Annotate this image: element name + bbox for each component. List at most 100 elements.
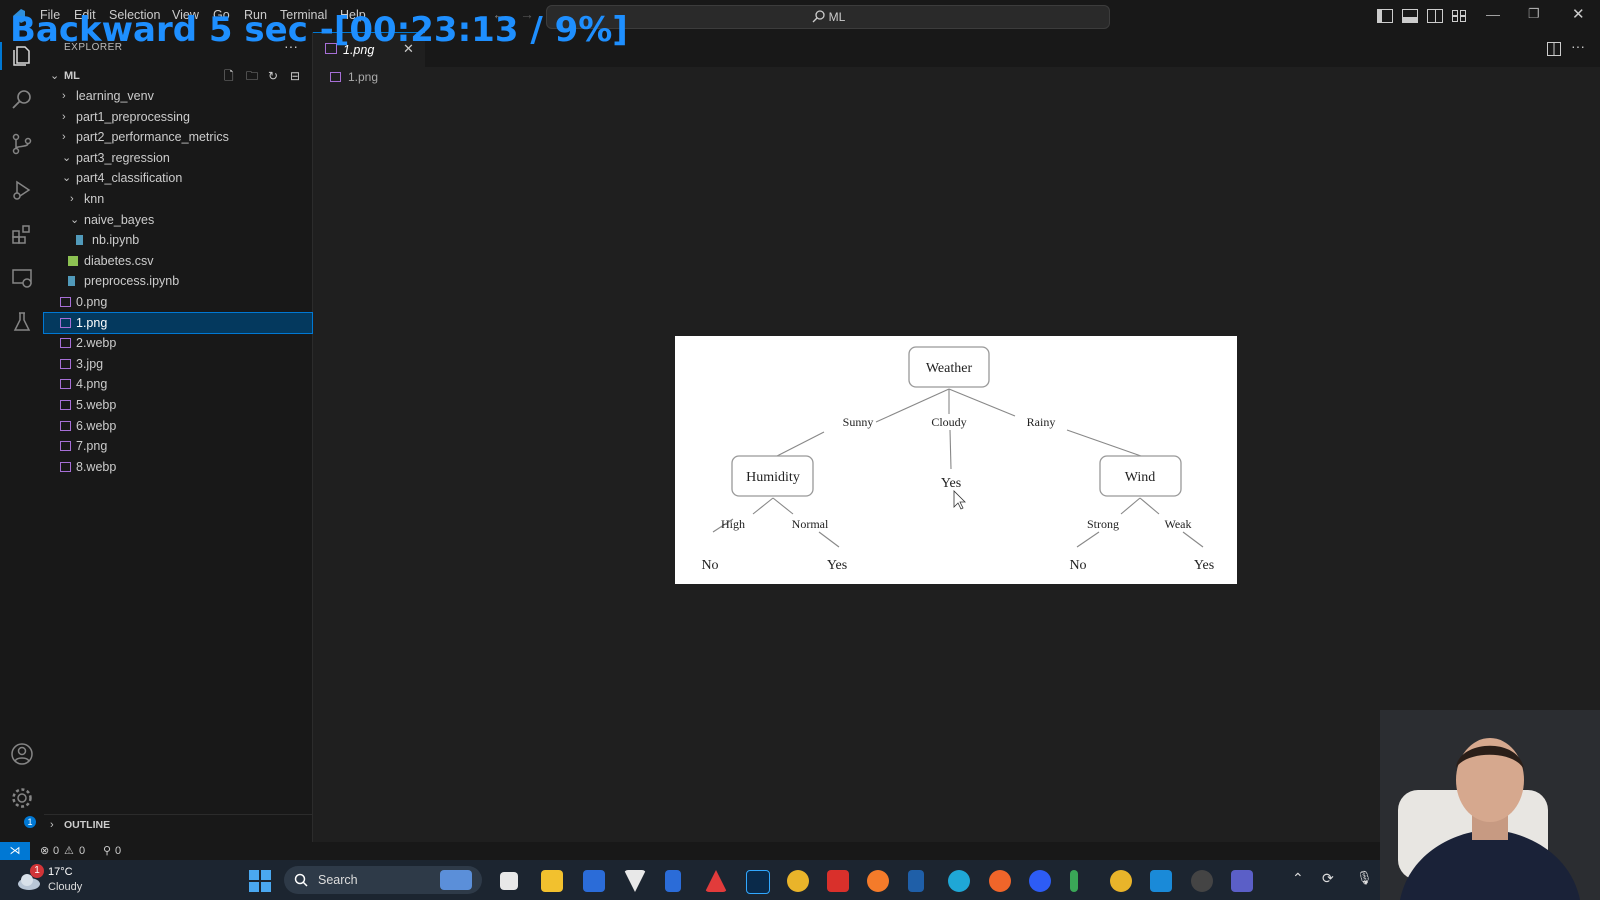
- tree-item-nb-ipynb[interactable]: nb.ipynb: [44, 230, 312, 250]
- tree-item-naive-bayes[interactable]: ⌄ naive_bayes: [44, 210, 312, 230]
- notes-app-icon[interactable]: [908, 870, 924, 892]
- outline-section[interactable]: › OUTLINE: [44, 814, 312, 835]
- source-control-icon[interactable]: [10, 132, 34, 156]
- restore-icon[interactable]: ❐: [1528, 6, 1540, 22]
- tree-item-label: 4.png: [76, 377, 108, 392]
- tree-item-7-png[interactable]: 7.png: [44, 436, 312, 456]
- editor-more-icon[interactable]: ···: [1571, 38, 1585, 54]
- search-icon[interactable]: [10, 88, 34, 112]
- tree-item-part1-preprocessing[interactable]: › part1_preprocessing: [44, 107, 312, 127]
- file-explorer-icon[interactable]: [541, 870, 563, 892]
- image-preview: Weather Sunny Cloudy Rainy Humidity Yes …: [675, 336, 1237, 584]
- branch-weak: Weak: [1164, 517, 1191, 531]
- tree-item-4-png[interactable]: 4.png: [44, 374, 312, 394]
- microphone-icon[interactable]: 🎙︎: [1356, 870, 1373, 886]
- image-file-icon: [60, 338, 71, 349]
- workspace-folder-row[interactable]: ⌄ ML 🗋 🗀 ↻ ⊟: [44, 66, 312, 86]
- chevron-right-icon[interactable]: ›: [62, 86, 66, 106]
- new-file-icon[interactable]: 🗋: [224, 66, 234, 86]
- taskbar-search-placeholder: Search: [318, 873, 358, 887]
- chrome-profile-icon[interactable]: [1110, 870, 1132, 892]
- tree-item-1-png[interactable]: 1.png: [43, 311, 313, 334]
- chevron-down-icon[interactable]: ⌄: [62, 168, 71, 188]
- tree-item-preprocess-ipynb[interactable]: preprocess.ipynb: [44, 271, 312, 291]
- firefox-icon[interactable]: [989, 870, 1011, 892]
- run-debug-icon[interactable]: [10, 178, 34, 202]
- split-editor-icon[interactable]: [1547, 42, 1561, 56]
- tree-item-6-webp[interactable]: 6.webp: [44, 416, 312, 436]
- zoom-icon[interactable]: [1029, 870, 1051, 892]
- new-folder-icon[interactable]: 🗀: [246, 66, 258, 86]
- pdf-reader-icon[interactable]: [827, 870, 849, 892]
- chevron-right-icon[interactable]: ›: [70, 189, 74, 209]
- photoshop-icon[interactable]: [746, 870, 770, 894]
- vectorworks-icon[interactable]: [624, 870, 646, 892]
- testing-icon[interactable]: [10, 310, 34, 334]
- acrobat-icon[interactable]: [705, 870, 727, 892]
- tree-item-5-webp[interactable]: 5.webp: [44, 395, 312, 415]
- teams-icon[interactable]: [1231, 870, 1253, 892]
- word-icon[interactable]: [583, 870, 605, 892]
- tree-item-knn[interactable]: › knn: [44, 189, 312, 209]
- tree-item-diabetes-csv[interactable]: diabetes.csv: [44, 251, 312, 271]
- edge-rainy-wind: [1066, 429, 1142, 457]
- toggle-panel-icon[interactable]: [1402, 9, 1418, 23]
- tree-item-part2-performance-metrics[interactable]: › part2_performance_metrics: [44, 127, 312, 147]
- tree-item-3-jpg[interactable]: 3.jpg: [44, 354, 312, 374]
- chrome-icon[interactable]: [787, 870, 809, 892]
- tree-item-label: 6.webp: [76, 418, 117, 433]
- chevron-right-icon[interactable]: ›: [62, 107, 66, 127]
- ports-icon[interactable]: ⚲: [103, 844, 111, 857]
- task-view-icon[interactable]: [500, 872, 518, 890]
- toggle-secondary-sidebar-icon[interactable]: [1427, 9, 1443, 23]
- obs-icon[interactable]: [1191, 870, 1213, 892]
- branch-sunny: Sunny: [843, 415, 874, 429]
- image-file-icon: [60, 420, 71, 431]
- weather-widget[interactable]: 1: [16, 864, 44, 892]
- collapse-all-icon[interactable]: ⊟: [290, 66, 300, 86]
- mongodb-icon[interactable]: [1070, 870, 1078, 892]
- tree-item-label: part3_regression: [76, 150, 170, 165]
- chevron-down-icon[interactable]: ⌄: [70, 210, 79, 230]
- sync-icon[interactable]: ⟳: [1322, 870, 1334, 887]
- minimize-icon[interactable]: —: [1486, 6, 1500, 22]
- customize-layout-icon[interactable]: [1452, 9, 1466, 22]
- explorer-sidebar: EXPLORER ··· ⌄ ML 🗋 🗀 ↻ ⊟ › learning_venv…: [43, 32, 313, 842]
- mouse-cursor-icon: [953, 490, 966, 510]
- manage-gear-icon[interactable]: [10, 786, 34, 810]
- tree-item-part4-classification[interactable]: ⌄ part4_classification: [44, 168, 312, 188]
- r-language-icon[interactable]: [665, 870, 681, 892]
- extensions-icon[interactable]: [10, 222, 34, 246]
- refresh-icon[interactable]: ↻: [268, 66, 278, 86]
- toggle-primary-sidebar-icon[interactable]: [1377, 9, 1393, 23]
- command-center[interactable]: ML: [546, 5, 1110, 29]
- chevron-down-icon[interactable]: ⌄: [62, 148, 71, 168]
- chevron-right-icon[interactable]: ›: [62, 127, 66, 147]
- tree-item-8-webp[interactable]: 8.webp: [44, 457, 312, 477]
- breadcrumb-file[interactable]: 1.png: [348, 70, 378, 84]
- tree-item-part3-regression[interactable]: ⌄ part3_regression: [44, 148, 312, 168]
- tray-overflow-icon[interactable]: ⌃: [1292, 870, 1304, 887]
- edge-icon[interactable]: [948, 870, 970, 892]
- pen-app-icon[interactable]: [867, 870, 889, 892]
- remote-indicator-icon[interactable]: ⋊: [0, 842, 30, 860]
- settings-badge: 1: [24, 816, 36, 828]
- tree-item-0-png[interactable]: 0.png: [44, 292, 312, 312]
- tree-item-label: 7.png: [76, 439, 108, 454]
- vscode-taskbar-icon[interactable]: [1150, 870, 1172, 892]
- warning-icon[interactable]: ⚠: [64, 844, 74, 857]
- tree-item-2-webp[interactable]: 2.webp: [44, 333, 312, 353]
- tree-item-label: 8.webp: [76, 459, 117, 474]
- image-file-icon: [60, 441, 71, 452]
- tree-item-label: learning_venv: [76, 89, 154, 103]
- remote-explorer-icon[interactable]: [10, 266, 34, 290]
- image-file-icon: [60, 379, 71, 390]
- taskbar-search-box[interactable]: Search: [284, 866, 482, 894]
- error-icon[interactable]: ⊗: [40, 844, 49, 857]
- edge-wind-weak: [1139, 497, 1160, 515]
- leaf-normal-yes: Yes: [827, 558, 847, 573]
- account-icon[interactable]: [10, 742, 34, 766]
- close-window-icon[interactable]: ✕: [1572, 5, 1585, 23]
- tree-item-learning-venv[interactable]: › learning_venv: [44, 86, 312, 106]
- windows-start-icon[interactable]: [249, 870, 271, 892]
